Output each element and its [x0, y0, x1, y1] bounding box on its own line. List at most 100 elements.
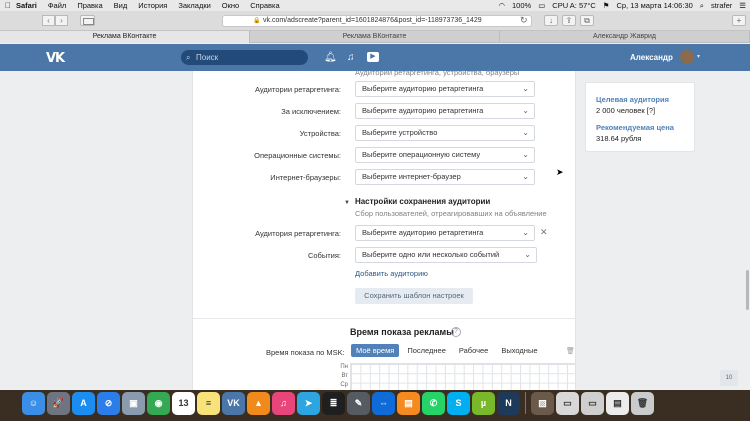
telegram-icon[interactable]: ➤: [297, 392, 320, 415]
menu-window[interactable]: Окно: [222, 1, 239, 10]
forward-button[interactable]: ›: [55, 15, 68, 26]
play-icon[interactable]: ▶: [367, 52, 379, 62]
day-label: Вт: [341, 373, 348, 379]
tab-label: Реклама ВКонтакте: [342, 33, 407, 40]
app-store-icon[interactable]: A: [72, 392, 95, 415]
chevron-down-icon: ⌄: [522, 128, 529, 137]
preset-working[interactable]: Рабочее: [454, 344, 493, 357]
window2-icon[interactable]: ▭: [581, 392, 604, 415]
reload-icon[interactable]: ↻: [520, 15, 528, 26]
new-tab-button[interactable]: +: [732, 15, 746, 26]
select-value: Выберите интернет-браузер: [362, 172, 461, 181]
calendar-icon[interactable]: 13: [172, 392, 195, 415]
tab-vk-ads-1[interactable]: Реклама ВКонтакте: [0, 31, 250, 43]
flag-icon[interactable]: ⚑: [603, 1, 610, 10]
devices-select[interactable]: Выберите устройство ⌄: [355, 125, 535, 141]
search-icon: ⌕: [186, 53, 191, 62]
save-template-button[interactable]: Сохранить шаблон настроек: [355, 288, 473, 304]
preset-weekend[interactable]: Выходные: [496, 344, 542, 357]
vk-logo[interactable]: VK: [46, 51, 65, 66]
notifications-icon[interactable]: 🔔︎: [324, 52, 337, 63]
search-icon[interactable]: ⌕: [700, 1, 704, 11]
launchpad-icon[interactable]: 🚀: [47, 392, 70, 415]
events-row: События: Выберите одно или несколько соб…: [193, 247, 577, 263]
doc-icon[interactable]: ▤: [606, 392, 629, 415]
address-bar[interactable]: 🔒 vk.com/adscreate?parent_id=1601824876&…: [222, 15, 532, 27]
schedule-grid[interactable]: [350, 363, 576, 391]
events-label: События:: [307, 251, 341, 260]
books-icon[interactable]: ▤: [397, 392, 420, 415]
terminal-icon[interactable]: ≣: [322, 392, 345, 415]
preview-icon[interactable]: ▣: [122, 392, 145, 415]
utorrent-icon[interactable]: µ: [472, 392, 495, 415]
scrollbar[interactable]: [746, 270, 749, 310]
tab-profile[interactable]: Александр Жаврид: [500, 31, 750, 43]
back-button[interactable]: ‹: [42, 15, 55, 26]
chevron-down-icon[interactable]: ▾: [697, 53, 700, 60]
menu-edit[interactable]: Правка: [77, 1, 102, 10]
n-app-icon[interactable]: N: [497, 392, 520, 415]
vk-search-input[interactable]: ⌕ Поиск: [181, 50, 308, 65]
help-icon[interactable]: ?: [451, 327, 461, 337]
whatsapp-icon[interactable]: ✆: [422, 392, 445, 415]
menu-view[interactable]: Вид: [114, 1, 128, 10]
exclusion-label: За исключением:: [281, 107, 341, 116]
music-icon[interactable]: ♫: [272, 392, 295, 415]
menubar-user[interactable]: strafer: [711, 1, 732, 10]
save-retargeting-select[interactable]: Выберите аудиторию ретаргетинга ⌄: [355, 225, 535, 241]
add-audience-link[interactable]: Добавить аудиторию: [355, 269, 428, 278]
menubar-clock[interactable]: Ср, 13 марта 14:06:30: [616, 1, 692, 10]
tabs-overview-icon[interactable]: ⧉: [580, 15, 594, 26]
teamviewer-icon[interactable]: ⇔: [372, 392, 395, 415]
browsers-select[interactable]: Выберите интернет-браузер ⌄: [355, 169, 535, 185]
save-retargeting-label: Аудитория ретаргетинга:: [255, 229, 341, 238]
header-username[interactable]: Александр: [630, 53, 673, 62]
preset-my-time[interactable]: Моё время: [351, 344, 400, 357]
preset-last[interactable]: Последнее: [402, 344, 451, 357]
download-icon[interactable]: ↓: [544, 15, 558, 26]
menu-help[interactable]: Справка: [250, 1, 279, 10]
menubar-status: ◠ 100% ▭ CPU A: 57°C ⚑ Ср, 13 марта 14:0…: [498, 0, 746, 11]
wifi-icon[interactable]: ◠: [498, 1, 505, 10]
share-icon[interactable]: ⇪: [562, 15, 576, 26]
audience-value: 2 000 человек [?]: [596, 106, 656, 115]
battery-icon: ▭: [538, 1, 546, 10]
vk-icon[interactable]: VK: [222, 392, 245, 415]
triangle-down-icon: ▼: [344, 200, 350, 206]
safari-icon[interactable]: ⊘: [97, 392, 120, 415]
vlc-icon[interactable]: ▲: [247, 392, 270, 415]
save-audience-toggle[interactable]: ▼ Настройки сохранения аудитории: [344, 197, 490, 206]
menu-history[interactable]: История: [138, 1, 167, 10]
window-icon[interactable]: ▭: [556, 392, 579, 415]
os-select[interactable]: Выберите операционную систему ⌄: [355, 147, 535, 163]
finder-icon[interactable]: ☺: [22, 392, 45, 415]
apple-icon[interactable]: : [0, 1, 16, 10]
menu-safari[interactable]: Safari: [16, 1, 37, 10]
exclusion-select[interactable]: Выберите аудиторию ретаргетинга ⌄: [355, 103, 535, 119]
safari-toolbar: ‹ › 🔒 vk.com/adscreate?parent_id=1601824…: [0, 11, 750, 31]
events-select[interactable]: Выберите одно или несколько событий ⌄: [355, 247, 537, 263]
trash-icon[interactable]: 🗑: [566, 347, 575, 355]
page-counter-badge[interactable]: 10: [720, 370, 738, 386]
editor-icon[interactable]: ✎: [347, 392, 370, 415]
os-label: Операционные системы:: [254, 151, 341, 160]
chevron-down-icon: ⌄: [522, 228, 529, 237]
sidebar-toggle-icon[interactable]: [80, 15, 95, 26]
chrome-icon[interactable]: ◉: [147, 392, 170, 415]
menu-file[interactable]: Файл: [48, 1, 66, 10]
skype-icon[interactable]: S: [447, 392, 470, 415]
list-icon[interactable]: ☰: [739, 1, 746, 10]
menu-bookmarks[interactable]: Закладки: [178, 1, 210, 10]
tab-vk-ads-2[interactable]: Реклама ВКонтакте: [250, 31, 500, 43]
avatar[interactable]: [680, 50, 694, 64]
close-icon[interactable]: ✕: [540, 227, 548, 238]
cpu-temp[interactable]: CPU A: 57°C: [552, 1, 595, 10]
retargeting-select[interactable]: Выберите аудиторию ретаргетинга ⌄: [355, 81, 535, 97]
notes-icon[interactable]: ≡: [197, 392, 220, 415]
trash-icon[interactable]: 🗑: [631, 392, 654, 415]
photo-icon[interactable]: ▨: [531, 392, 554, 415]
tab-label: Реклама ВКонтакте: [92, 33, 157, 40]
section-fragment: Аудитории ретаргетинга, устройства, брау…: [355, 68, 520, 77]
battery-text[interactable]: 100%: [512, 1, 531, 10]
music-icon[interactable]: ♫: [347, 52, 355, 63]
